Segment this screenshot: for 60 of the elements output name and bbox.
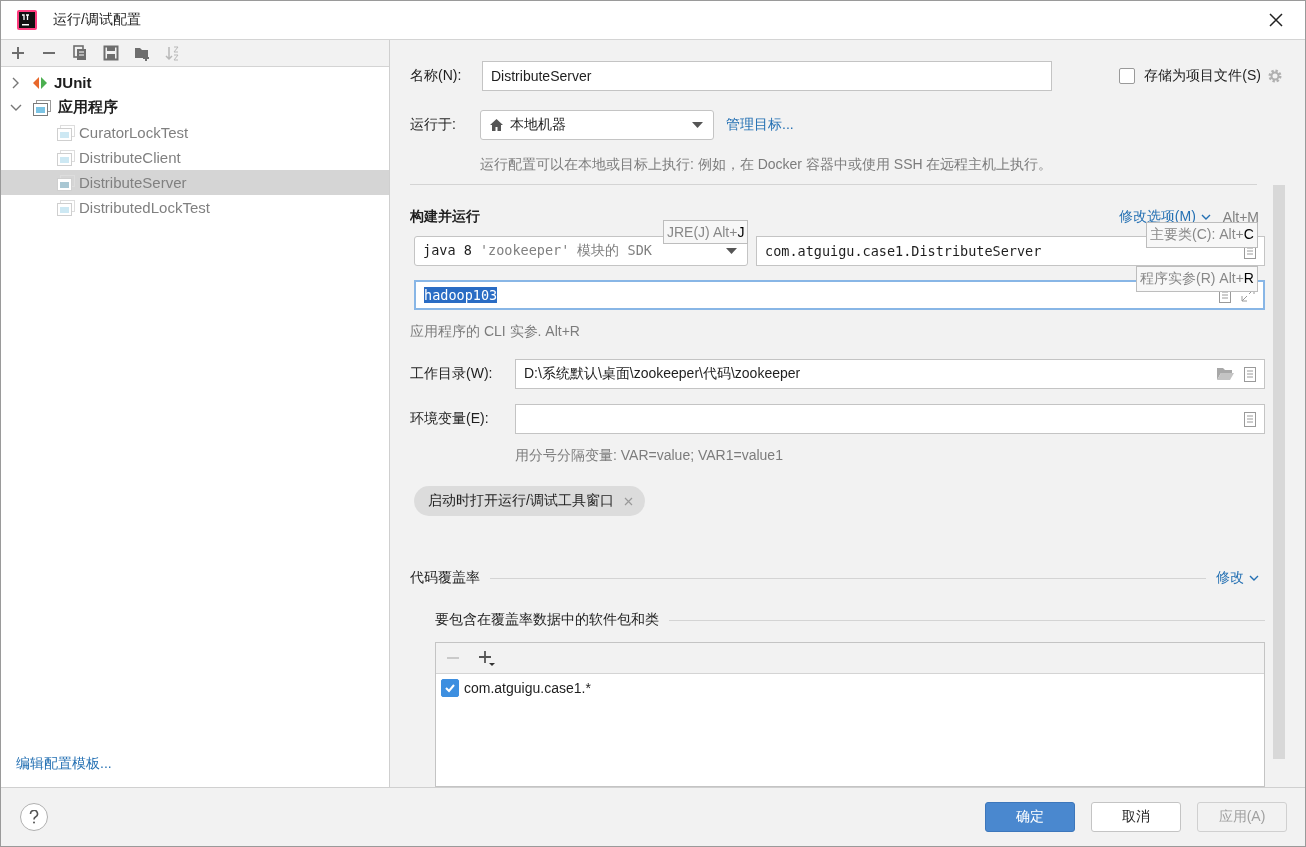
document-icon[interactable] xyxy=(1244,366,1256,382)
field-label: 运行于: xyxy=(410,116,457,134)
checkbox[interactable] xyxy=(1119,68,1136,84)
scrollbar[interactable] xyxy=(1273,185,1285,759)
section-title: 构建并运行 xyxy=(410,208,480,226)
checkbox-label[interactable]: 存储为项目文件(S) xyxy=(1144,67,1261,85)
question-mark-icon xyxy=(29,810,39,824)
app-logo-icon xyxy=(17,10,37,30)
copy-icon[interactable] xyxy=(72,45,88,61)
plus-icon[interactable] xyxy=(10,45,26,61)
document-icon[interactable] xyxy=(1244,411,1256,427)
application-icon xyxy=(57,199,75,216)
field-label: 环境变量(E): xyxy=(410,410,490,428)
application-icon xyxy=(33,99,51,116)
window-title: 运行/调试配置 xyxy=(53,11,141,29)
home-icon xyxy=(489,118,504,132)
environment-variables-field[interactable] xyxy=(515,404,1265,434)
tree-item[interactable]: CuratorLockTest xyxy=(1,120,389,145)
tree-group-label[interactable]: JUnit xyxy=(54,74,92,91)
folder-plus-icon[interactable] xyxy=(134,45,150,61)
help-button[interactable] xyxy=(20,803,48,831)
run-on-dropdown[interactable]: 本地机器 xyxy=(480,110,714,140)
edit-templates-link[interactable]: 编辑配置模板... xyxy=(16,755,389,773)
shortcut-text: Alt+M xyxy=(1222,209,1259,225)
modify-link[interactable]: 修改 xyxy=(1216,569,1244,587)
application-icon xyxy=(57,124,75,141)
tooltip: 程序实参(R) Alt+R xyxy=(1136,266,1258,292)
field-label: 名称(N): xyxy=(410,67,463,85)
name-field[interactable]: DistributeServer xyxy=(482,61,1052,91)
close-icon[interactable] xyxy=(1269,13,1283,27)
package-name[interactable]: com.atguigu.case1.* xyxy=(464,680,591,696)
plus-icon[interactable] xyxy=(478,649,496,667)
tree-group-label[interactable]: 应用程序 xyxy=(58,98,118,117)
checkmark-icon xyxy=(444,682,456,694)
folder-icon[interactable] xyxy=(1216,367,1234,381)
tree-item[interactable]: DistributedLockTest xyxy=(1,195,389,220)
chevron-down-icon[interactable] xyxy=(1249,575,1259,581)
option-chip[interactable]: 启动时打开运行/调试工具窗口 xyxy=(414,486,645,516)
ok-button[interactable]: 确定 xyxy=(985,802,1075,832)
caret-icon xyxy=(692,122,703,128)
hint-text: 用分号分隔变量: VAR=value; VAR1=value1 xyxy=(514,446,783,465)
junit-icon xyxy=(33,75,47,90)
tooltip: 主要类(C): Alt+C xyxy=(1146,222,1258,248)
hint-text: 应用程序的 CLI 实参. Alt+R xyxy=(410,322,580,341)
application-icon xyxy=(57,174,75,191)
tooltip: JRE(J) Alt+J xyxy=(663,220,749,244)
hint-text: 运行配置可以在本地或目标上执行: 例如，在 Docker 容器中或使用 SSH 在远程主机上执行。 xyxy=(479,155,1053,174)
application-icon xyxy=(57,149,75,166)
working-directory-field[interactable]: D:\系统默认\桌面\zookeeper\代码\zookeeper xyxy=(515,359,1265,389)
caret-icon xyxy=(726,248,737,254)
checkbox[interactable] xyxy=(441,679,459,697)
dialog-button[interactable]: 取消 xyxy=(1091,802,1181,832)
save-icon[interactable] xyxy=(103,45,119,61)
group-title: 要包含在覆盖率数据中的软件包和类 xyxy=(435,611,659,629)
tree-item[interactable]: DistributeClient xyxy=(1,145,389,170)
settings-icon[interactable] xyxy=(1267,68,1283,84)
chevron-down-icon[interactable] xyxy=(1200,214,1211,220)
field-label: 工作目录(W): xyxy=(410,365,494,383)
manage-targets-link[interactable]: 管理目标... xyxy=(726,116,794,134)
section-title: 代码覆盖率 xyxy=(410,569,480,587)
